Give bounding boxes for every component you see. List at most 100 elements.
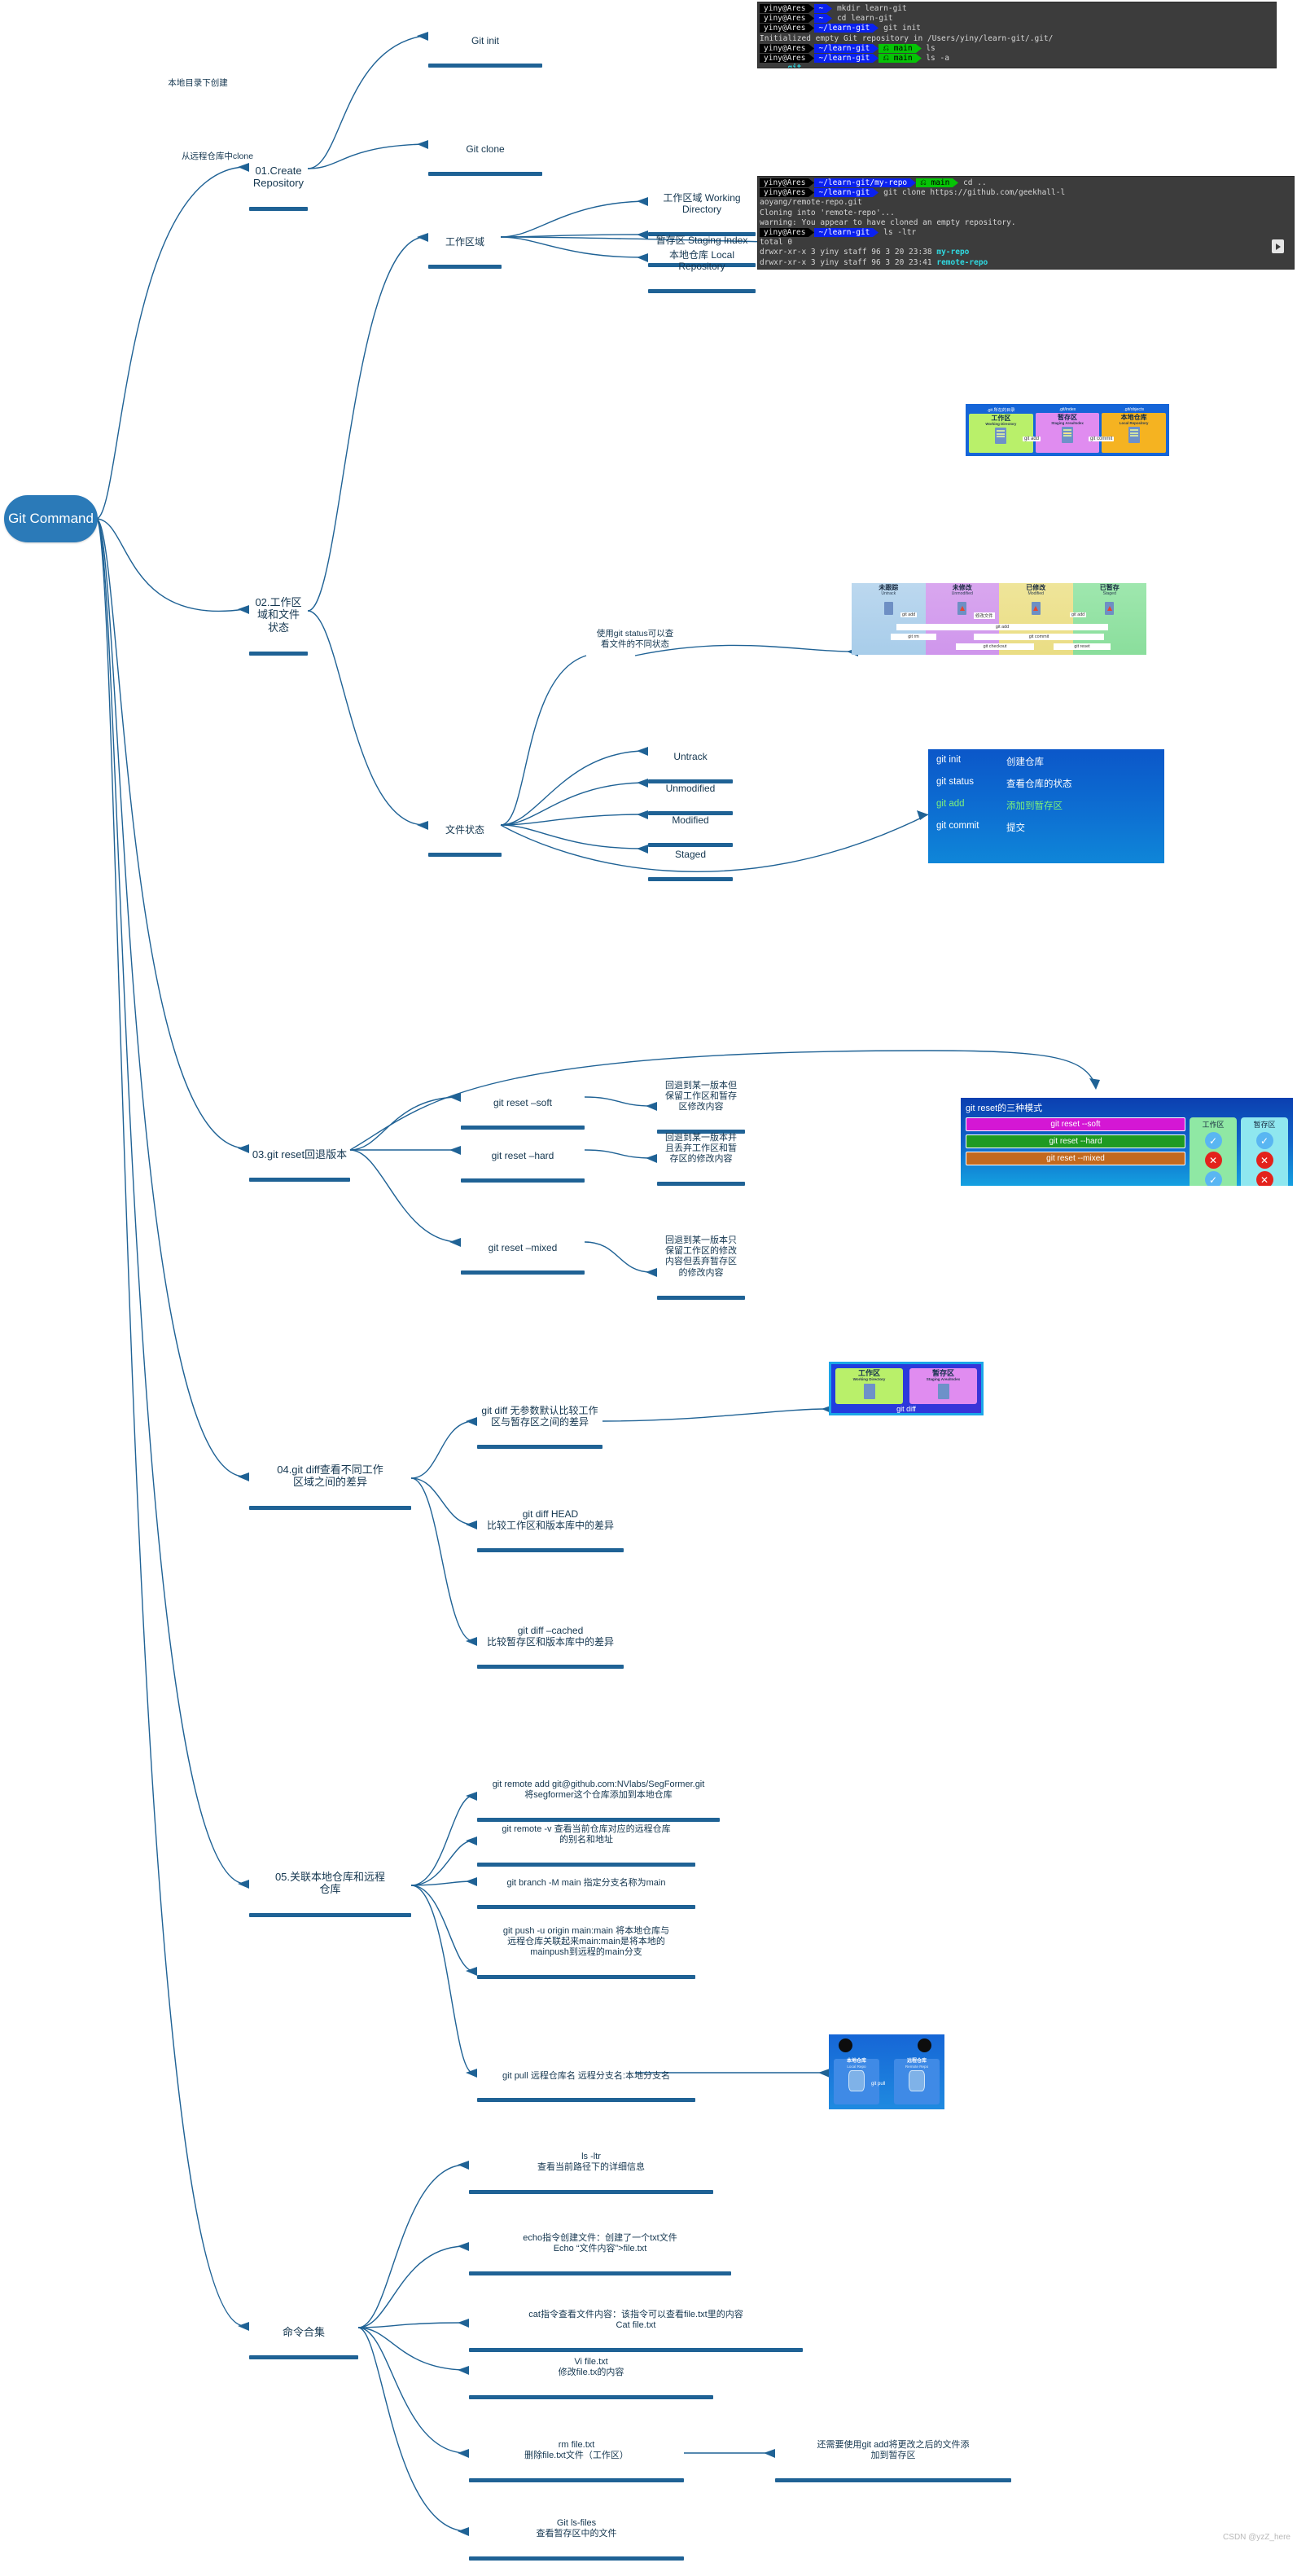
node-reset-hard-desc-label: 回退到某一版本并 且丢弃工作区和暂 存区的修改内容	[665, 1132, 737, 1165]
pull-title-remote: 远程仓库	[906, 2059, 927, 2064]
annotation-git-status-note: 使用git status可以查 看文件的不同状态	[596, 629, 674, 650]
state-arrow-git-add-2: git add	[1070, 612, 1087, 617]
terminal-line: warning: You appear to have cloned an em…	[760, 217, 1016, 227]
node-reset-mixed[interactable]: git reset –mixed	[461, 1226, 585, 1290]
video-play-icon	[1272, 239, 1284, 253]
terminal-line: yiny@Ares ~/learn-git git init	[760, 24, 1276, 33]
node-underline	[428, 63, 542, 68]
node-echo-cmd-label: echo指令创建文件：创建了一个txt文件 Echo “文件内容”>file.t…	[523, 2232, 677, 2253]
node-diff-cached[interactable]: git diff –cached 比较暂存区和版本库中的差异	[477, 1608, 624, 1685]
node-work-area[interactable]: 工作区域	[428, 220, 502, 284]
image-git-diff: 工作区 Working Directory 暂存区 Staging Area/I…	[829, 1362, 984, 1415]
terminal-line: yiny@Ares ~/learn-git ⎌ main ls -a	[760, 53, 1276, 64]
node-underline	[469, 2556, 684, 2561]
node-underline	[249, 651, 308, 656]
prompt-chevron-icon	[808, 178, 815, 187]
area-subtitle-working: Working Directory	[985, 422, 1017, 426]
image-git-pull: 本地仓库 Local Repo 远程仓库 Remote Repo git pul…	[829, 2034, 944, 2109]
node-file-state[interactable]: 文件状态	[428, 808, 502, 872]
terminal-line: yiny@Ares ~ cd learn-git	[760, 14, 1276, 24]
branch-03-git-reset[interactable]: 03.git reset回退版本	[249, 1132, 350, 1197]
branch-05-label: 05.关联本地仓库和远程 仓库	[274, 1870, 386, 1896]
state-subtitle-untrack: Untrack	[881, 591, 896, 597]
diff-title-working: 工作区	[857, 1369, 880, 1377]
area-subtitle-staging: Staging Area/Index	[1051, 421, 1084, 425]
node-reset-mixed-desc[interactable]: 回退到某一版本只 保留工作区的修改 内容但丢弃暂存区 的修改内容	[657, 1219, 745, 1315]
area-caption-working: .git 所在的目录	[987, 408, 1015, 413]
terminal-line: . .. .git	[760, 64, 802, 68]
prompt-chevron-icon	[915, 43, 922, 53]
state-band-git-add: git add	[896, 624, 1108, 630]
node-reset-hard[interactable]: git reset –hard	[461, 1134, 585, 1198]
state-title-modified: 已修改	[1026, 584, 1046, 591]
cmd-desc-git-add: 添加到暂存区	[1006, 801, 1063, 811]
state-band-git-rm: git rm	[891, 634, 936, 640]
prompt-chevron-icon	[808, 14, 815, 24]
node-ls-ltr[interactable]: ls -ltr 查看当前路径下的详细信息	[469, 2135, 713, 2210]
node-git-clone[interactable]: Git clone	[428, 127, 542, 191]
terminal-line: yiny@Ares ~ mkdir learn-git	[760, 4, 1276, 14]
cmd-name-git-init: git init	[936, 755, 962, 765]
branch-06-command-collection[interactable]: 命令合集	[249, 2310, 358, 2375]
prompt-chevron-icon	[910, 178, 917, 187]
node-underline	[428, 264, 502, 269]
terminal-line: aoyang/remote-repo.git	[760, 198, 862, 208]
cross-icon: ✕	[1255, 1171, 1273, 1186]
diff-box-staging: 暂存区 Staging Area/Index	[909, 1368, 977, 1404]
node-rm-cmd[interactable]: rm file.txt 删除file.txt文件（工作区）	[469, 2424, 684, 2498]
node-file-state-label: 文件状态	[445, 823, 484, 836]
branch-05-remote-repo[interactable]: 05.关联本地仓库和远程 仓库	[249, 1854, 411, 1933]
git-file-icon	[1031, 601, 1041, 615]
node-diff-default-label: git diff 无参数默认比较工作 区与暂存区之间的差异	[481, 1404, 598, 1428]
node-underline	[428, 852, 502, 857]
pull-arrow-label: git pull	[871, 2082, 886, 2087]
pull-title-local: 本地仓库	[846, 2059, 866, 2064]
cmd-desc-git-status: 查看仓库的状态	[1006, 779, 1072, 789]
cross-icon: ✕	[1204, 1152, 1222, 1169]
node-diff-default[interactable]: git diff 无参数默认比较工作 区与暂存区之间的差异	[477, 1389, 602, 1465]
annotation-clone-from-remote: 从远程仓库中clone	[181, 151, 254, 161]
terminal-git-init: yiny@Ares ~ mkdir learn-git yiny@Ares ~ cd …	[757, 2, 1277, 68]
state-subtitle-modified: Modified	[1028, 591, 1045, 597]
node-diff-head[interactable]: git diff HEAD 比较工作区和版本库中的差异	[477, 1492, 624, 1569]
cmd-name-git-add: git add	[936, 799, 965, 809]
state-arrow-git-add-1: git add	[900, 612, 918, 617]
check-icon: ✓	[1204, 1132, 1222, 1149]
node-reset-hard-desc[interactable]: 回退到某一版本并 且丢弃工作区和暂 存区的修改内容	[657, 1117, 745, 1202]
node-ls-files[interactable]: Git ls-files 查看暂存区中的文件	[469, 2502, 684, 2576]
node-git-init[interactable]: Git init	[428, 19, 542, 83]
file-icon	[1062, 427, 1073, 444]
image-git-command-table: git init 创建仓库 git status 查看仓库的状态 git add…	[928, 749, 1164, 863]
state-band-git-commit: git commit	[974, 634, 1104, 640]
node-git-pull[interactable]: git pull 远程仓库名 远程分支名:本地分支名	[477, 2055, 695, 2118]
node-staged[interactable]: Staged	[648, 832, 733, 897]
terminal-line: drwxr-xr-x 3 yiny staff 96 3 20 23:41 re…	[760, 257, 988, 267]
branch-02-workarea-filestate[interactable]: 02.工作区域和文件 状态	[249, 580, 308, 671]
reset-mode-hard: git reset --hard	[966, 1134, 1185, 1148]
database-icon	[848, 2069, 865, 2091]
diff-subtitle-working: Working Directory	[852, 1377, 886, 1381]
terminal-line: Cloning into 'remote-repo'...	[760, 208, 895, 217]
terminal-line: drwxr-xr-x 3 yiny staff 96 3 20 23:38 my…	[760, 248, 970, 257]
git-file-icon	[957, 601, 967, 615]
node-local-repository[interactable]: 本地仓库 Local Repository	[648, 233, 756, 309]
area-column-staging: .git/index 暂存区 Staging Area/Index	[1035, 407, 1100, 453]
root-node[interactable]: Git Command	[4, 495, 98, 542]
cmd-row: git init 创建仓库	[936, 755, 1156, 768]
terminal-line: yiny@Ares ~/learn-git git clone https://g…	[760, 188, 1294, 198]
node-underline	[469, 2271, 731, 2275]
area-column-local-repo: .git/objects 本地仓库 Local Repository	[1102, 407, 1167, 453]
node-underline	[477, 1975, 695, 1980]
node-working-directory-label: 工作区域 Working Directory	[663, 191, 741, 216]
file-icon	[995, 428, 1007, 445]
node-rm-cmd-label: rm file.txt 删除file.txt文件（工作区）	[524, 2439, 629, 2460]
branch-04-git-diff[interactable]: 04.git diff查看不同工作 区域之间的差异	[249, 1447, 411, 1525]
node-underline	[477, 1665, 624, 1670]
prompt-chevron-icon	[808, 188, 815, 198]
watermark: CSDN @yzZ_here	[1223, 2533, 1290, 2542]
node-rm-note[interactable]: 还需要使用git add将更改之后的文件添 加到暂存区	[775, 2424, 1011, 2498]
node-vi-cmd[interactable]: Vi file.txt 修改file.tx的内容	[469, 2341, 713, 2415]
area-column-working: .git 所在的目录 工作区 Working Directory	[969, 407, 1033, 453]
node-echo-cmd[interactable]: echo指令创建文件：创建了一个txt文件 Echo “文件内容”>file.t…	[469, 2217, 731, 2291]
node-push-u[interactable]: git push -u origin main:main 将本地仓库与 远程仓库…	[477, 1910, 695, 1995]
